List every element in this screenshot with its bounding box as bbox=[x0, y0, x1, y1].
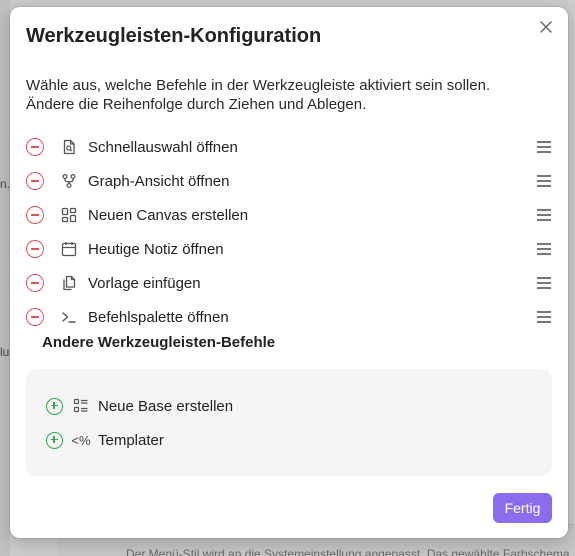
command-label: Vorlage einfügen bbox=[88, 274, 201, 292]
git-fork-icon bbox=[60, 172, 78, 190]
command-label: Neue Base erstellen bbox=[98, 397, 234, 415]
layout-dashboard-icon bbox=[60, 206, 78, 224]
drag-handle-icon[interactable] bbox=[536, 309, 552, 325]
command-label: Graph-Ansicht öffnen bbox=[88, 172, 230, 190]
command-label: Befehlspalette öffnen bbox=[88, 308, 229, 326]
command-row-new-canvas[interactable]: Neuen Canvas erstellen bbox=[26, 198, 556, 232]
remove-command-button[interactable] bbox=[26, 274, 44, 292]
add-command-button[interactable] bbox=[46, 431, 63, 449]
remove-command-button[interactable] bbox=[26, 240, 44, 258]
drag-handle-icon[interactable] bbox=[536, 275, 552, 291]
other-commands-panel: Neue Base erstellen <% Templater bbox=[26, 369, 552, 476]
remove-command-button[interactable] bbox=[26, 138, 44, 156]
description-line: Ändere die Reihenfolge durch Ziehen und … bbox=[26, 96, 367, 113]
command-label: Schnellauswahl öffnen bbox=[88, 138, 238, 156]
done-button[interactable]: Fertig bbox=[493, 493, 552, 523]
command-row-insert-template[interactable]: Vorlage einfügen bbox=[26, 266, 556, 300]
drag-handle-icon[interactable] bbox=[536, 139, 552, 155]
templater-icon: <% bbox=[71, 432, 91, 448]
command-label: Heutige Notiz öffnen bbox=[88, 240, 224, 258]
other-commands-heading: Andere Werkzeugleisten-Befehle bbox=[42, 334, 276, 351]
file-search-icon bbox=[60, 138, 78, 156]
active-command-list: Schnellauswahl öffnen Graph-Ansicht öffn… bbox=[26, 130, 556, 334]
list-layout-icon bbox=[72, 397, 90, 415]
other-command-row-new-base[interactable]: Neue Base erstellen bbox=[46, 396, 233, 416]
remove-command-button[interactable] bbox=[26, 206, 44, 224]
command-row-quick-switcher[interactable]: Schnellauswahl öffnen bbox=[26, 130, 556, 164]
dialog-description: Wähle aus, welche Befehle in der Werkzeu… bbox=[26, 76, 546, 114]
command-label: Templater bbox=[98, 431, 164, 449]
dialog-title: Werkzeugleisten-Konfiguration bbox=[26, 25, 322, 47]
remove-command-button[interactable] bbox=[26, 308, 44, 326]
remove-command-button[interactable] bbox=[26, 172, 44, 190]
drag-handle-icon[interactable] bbox=[536, 173, 552, 189]
drag-handle-icon[interactable] bbox=[536, 241, 552, 257]
add-command-button[interactable] bbox=[46, 397, 63, 415]
drag-handle-icon[interactable] bbox=[536, 207, 552, 223]
terminal-icon bbox=[60, 308, 78, 326]
close-button[interactable] bbox=[536, 17, 556, 37]
toolbar-config-dialog: Werkzeugleisten-Konfiguration Wähle aus,… bbox=[10, 7, 568, 538]
command-label: Neuen Canvas erstellen bbox=[88, 206, 249, 224]
command-row-daily-note[interactable]: Heutige Notiz öffnen bbox=[26, 232, 556, 266]
calendar-icon bbox=[60, 240, 78, 258]
description-line: Wähle aus, welche Befehle in der Werkzeu… bbox=[26, 77, 491, 94]
other-command-row-templater[interactable]: <% Templater bbox=[46, 430, 164, 450]
files-icon bbox=[60, 274, 78, 292]
command-row-graph-view[interactable]: Graph-Ansicht öffnen bbox=[26, 164, 556, 198]
command-row-command-palette[interactable]: Befehlspalette öffnen bbox=[26, 300, 556, 334]
close-icon bbox=[540, 21, 552, 33]
